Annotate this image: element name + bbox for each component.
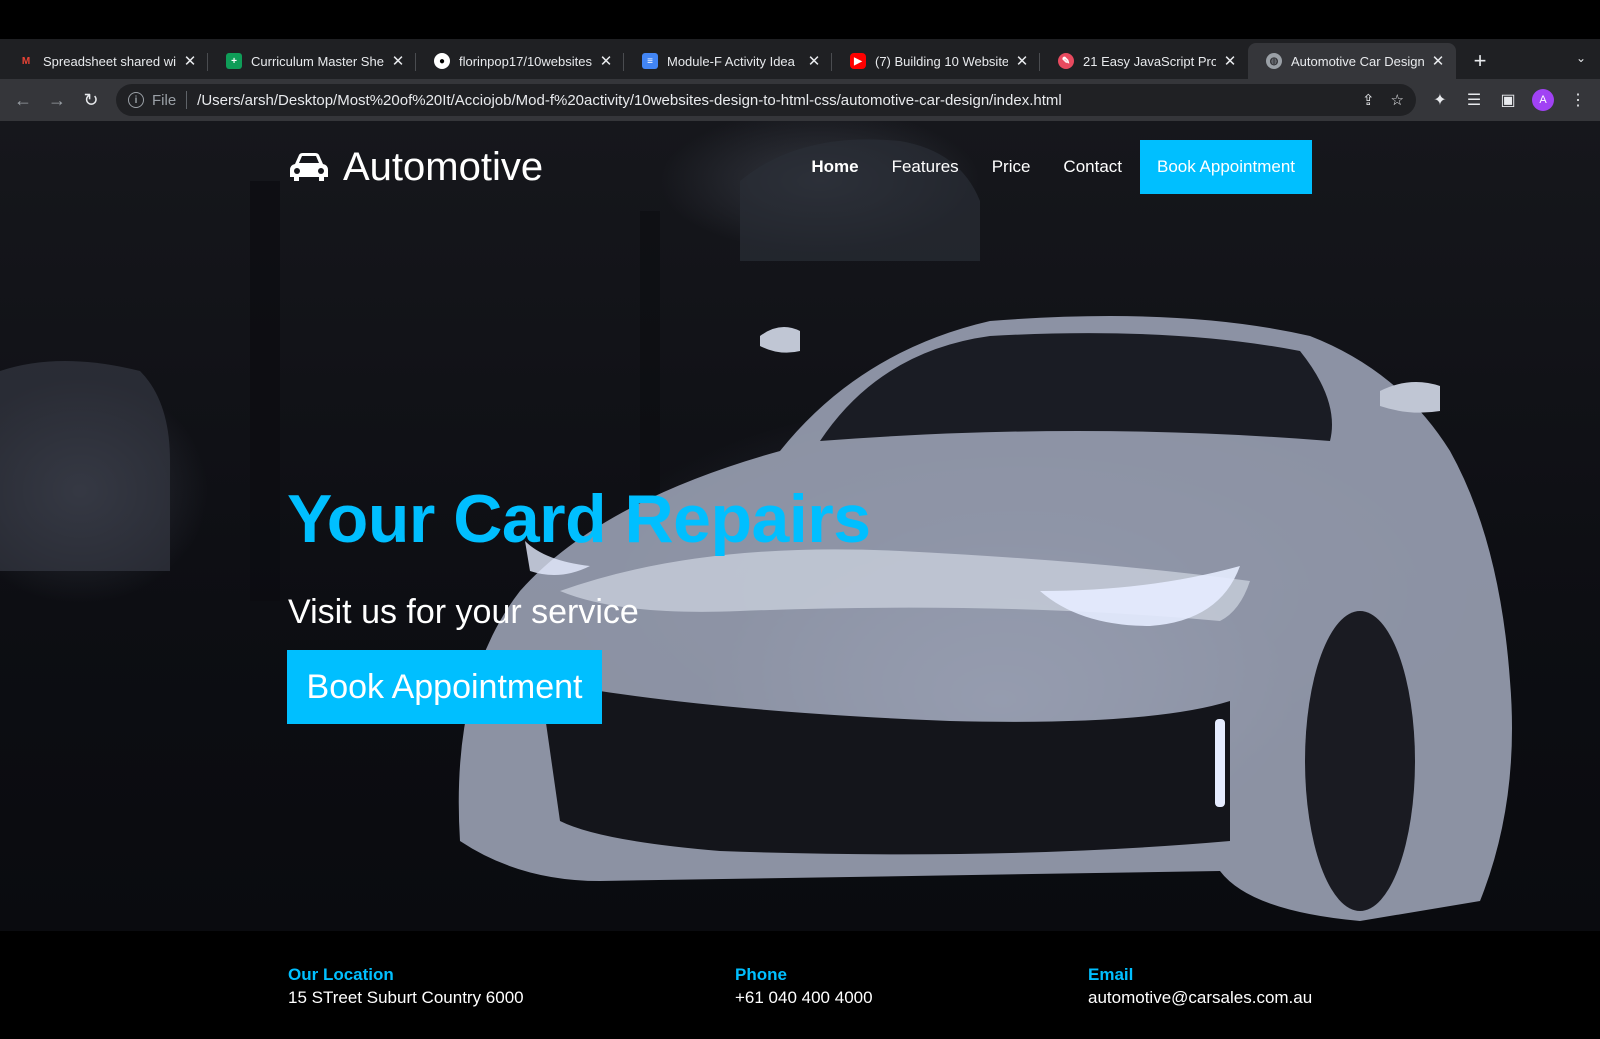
site-footer: Our Location 15 STreet Suburt Country 60… bbox=[0, 931, 1600, 1039]
hero-subtitle: Visit us for your service bbox=[288, 593, 639, 631]
address-scheme: File bbox=[152, 91, 177, 109]
close-icon[interactable]: ✕ bbox=[390, 52, 406, 70]
close-icon[interactable]: ✕ bbox=[598, 52, 614, 70]
info-icon[interactable]: i bbox=[128, 92, 144, 108]
footer-location-value: 15 STreet Suburt Country 6000 bbox=[288, 988, 524, 1007]
star-icon[interactable]: ☆ bbox=[1391, 91, 1404, 109]
tab-title: Module-F Activity Idea bbox=[667, 53, 795, 69]
tab-youtube[interactable]: ▶ (7) Building 10 Websites ✕ bbox=[832, 43, 1040, 79]
car-icon bbox=[290, 153, 328, 181]
tab-title: Curriculum Master Sheet bbox=[251, 53, 384, 69]
close-icon[interactable]: ✕ bbox=[1222, 52, 1238, 70]
share-icon[interactable]: ⇪ bbox=[1362, 91, 1375, 109]
main-nav: Home Features Price Contact Book Appoint… bbox=[778, 140, 1312, 194]
side-panel-icon[interactable]: ▣ bbox=[1498, 90, 1518, 110]
extensions-icon[interactable]: ✦ bbox=[1430, 90, 1450, 110]
avatar[interactable]: A bbox=[1532, 89, 1554, 111]
footer-phone-label: Phone bbox=[735, 965, 787, 984]
footer-location: Our Location 15 STreet Suburt Country 60… bbox=[288, 965, 524, 1008]
tab-strip: M Spreadsheet shared with ✕ + Curriculum… bbox=[0, 39, 1600, 79]
reading-list-icon[interactable]: ☰ bbox=[1464, 90, 1484, 110]
hero-book-appointment-button[interactable]: Book Appointment bbox=[287, 650, 602, 724]
tab-title: florinpop17/10websites bbox=[459, 53, 592, 69]
nav-features[interactable]: Features bbox=[892, 157, 959, 177]
tab-gmail[interactable]: M Spreadsheet shared with ✕ bbox=[0, 43, 208, 79]
url-text[interactable]: /Users/arsh/Desktop/Most%20of%20It/Accio… bbox=[197, 92, 1346, 109]
footer-email-value[interactable]: automotive@carsales.com.au bbox=[1088, 988, 1312, 1008]
footer-email-label: Email bbox=[1088, 965, 1134, 984]
tab-title: (7) Building 10 Websites bbox=[875, 53, 1008, 69]
footer-phone-value[interactable]: +61 040 400 4000 bbox=[735, 988, 873, 1008]
footer-location-label: Our Location bbox=[288, 965, 394, 984]
tab-sheets[interactable]: + Curriculum Master Sheet ✕ bbox=[208, 43, 416, 79]
tab-docs[interactable]: ≡ Module-F Activity Idea ✕ bbox=[624, 43, 832, 79]
new-tab-button[interactable]: + bbox=[1462, 43, 1498, 79]
back-arrow-icon[interactable]: ← bbox=[6, 83, 40, 117]
window-top-bar bbox=[0, 0, 1600, 39]
reload-icon[interactable]: ↻ bbox=[74, 83, 108, 117]
globe-icon: ◍ bbox=[1266, 53, 1282, 69]
tab-github[interactable]: ● florinpop17/10websites ✕ bbox=[416, 43, 624, 79]
menu-kebab-icon[interactable]: ⋮ bbox=[1568, 90, 1588, 110]
footer-phone: Phone +61 040 400 4000 bbox=[735, 965, 873, 1008]
divider bbox=[186, 91, 188, 109]
github-icon: ● bbox=[434, 53, 450, 69]
tab-title: Spreadsheet shared with bbox=[43, 53, 176, 69]
tab-automotive[interactable]: ◍ Automotive Car Design ✕ bbox=[1248, 43, 1456, 79]
footer-email: Email automotive@carsales.com.au bbox=[1088, 965, 1312, 1008]
youtube-icon: ▶ bbox=[850, 53, 866, 69]
browser-toolbar: ← → ↻ i File /Users/arsh/Desktop/Most%20… bbox=[0, 79, 1600, 121]
nav-price[interactable]: Price bbox=[992, 157, 1031, 177]
logo[interactable]: Automotive bbox=[287, 145, 543, 190]
close-icon[interactable]: ✕ bbox=[182, 52, 198, 70]
address-bar[interactable]: i File /Users/arsh/Desktop/Most%20of%20I… bbox=[116, 84, 1416, 116]
close-icon[interactable]: ✕ bbox=[806, 52, 822, 70]
nav-contact[interactable]: Contact bbox=[1063, 157, 1122, 177]
site-icon: ✎ bbox=[1058, 53, 1074, 69]
header-book-appointment-button[interactable]: Book Appointment bbox=[1140, 140, 1312, 194]
site-header: Automotive Home Features Price Contact B… bbox=[287, 137, 1312, 197]
nav-home[interactable]: Home bbox=[811, 157, 858, 177]
close-icon[interactable]: ✕ bbox=[1430, 52, 1446, 70]
docs-icon: ≡ bbox=[642, 53, 658, 69]
tab-title: 21 Easy JavaScript Proj bbox=[1083, 53, 1216, 69]
sheets-icon: + bbox=[226, 53, 242, 69]
hero-title: Your Card Repairs bbox=[287, 481, 871, 557]
chevron-down-icon[interactable]: ⌄ bbox=[1576, 51, 1586, 65]
gmail-icon: M bbox=[21, 55, 31, 67]
tab-js-projects[interactable]: ✎ 21 Easy JavaScript Proj ✕ bbox=[1040, 43, 1248, 79]
tab-title: Automotive Car Design bbox=[1291, 53, 1424, 69]
logo-text: Automotive bbox=[343, 144, 544, 189]
close-icon[interactable]: ✕ bbox=[1014, 52, 1030, 70]
forward-arrow-icon[interactable]: → bbox=[40, 83, 74, 117]
